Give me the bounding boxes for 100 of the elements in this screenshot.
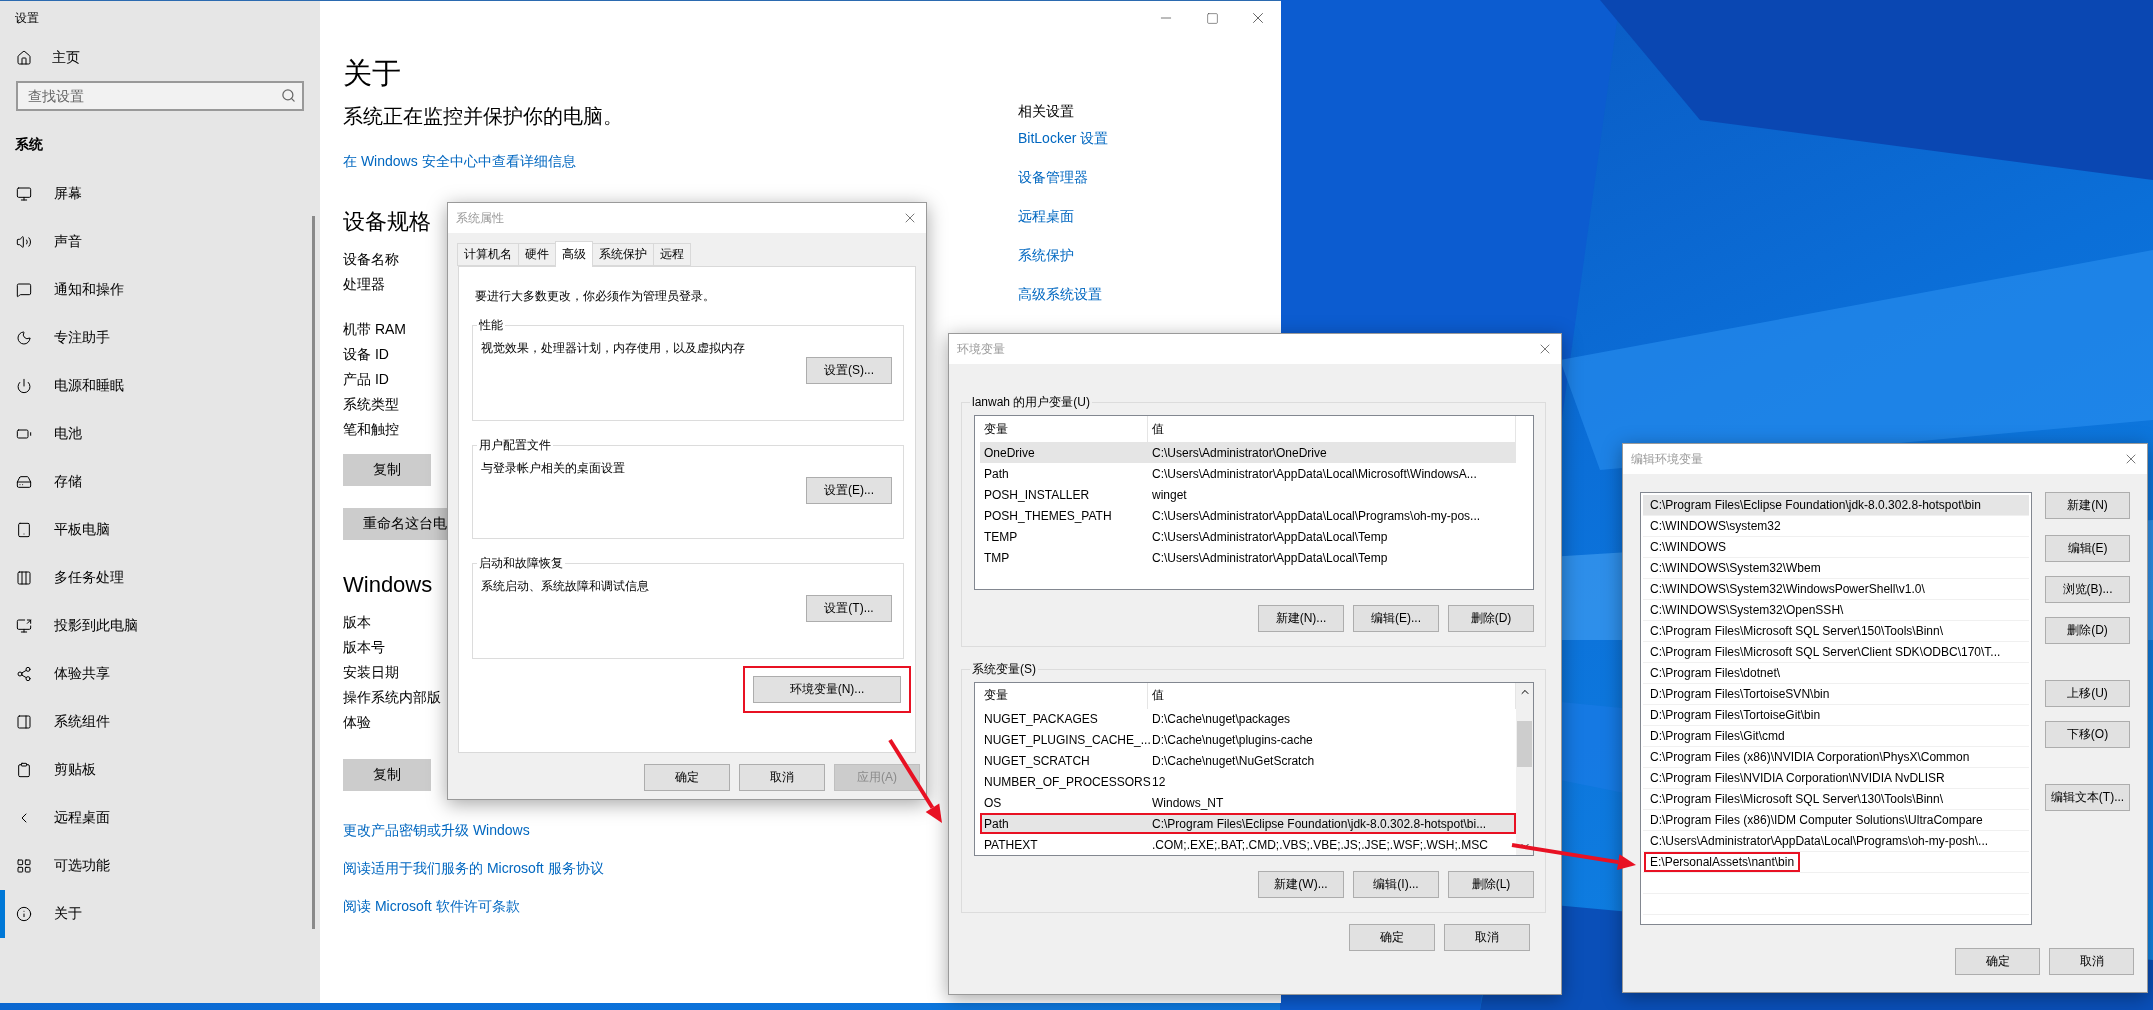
table-row[interactable]: TEMP C:\Users\Administrator\AppData\Local\Temp: [980, 526, 1516, 547]
link[interactable]: 更改产品密钥或升级 Windows: [343, 820, 530, 840]
nav-item[interactable]: 声音: [0, 218, 320, 266]
dialog-button[interactable]: 取消: [739, 764, 825, 791]
tab[interactable]: 系统保护: [592, 243, 654, 266]
list-item[interactable]: D:\Program Files\TortoiseSVN\bin: [1643, 684, 2029, 705]
nav-item[interactable]: 远程桌面: [0, 794, 320, 842]
list-button[interactable]: 上移(U): [2045, 680, 2130, 707]
list-item[interactable]: D:\Program Files (x86)\IDM Computer Solutions\UltraCompare: [1643, 810, 2029, 831]
list-item[interactable]: C:\Users\Administrator\AppData\Local\Programs\oh-my-posh\...: [1643, 831, 2029, 852]
settings-button[interactable]: 设置(S)...: [806, 357, 892, 384]
list-item[interactable]: C:\Program Files\Microsoft SQL Server\Client SDK\ODBC\170\T...: [1643, 642, 2029, 663]
table-row[interactable]: Path C:\Users\Administrator\AppData\Local\Microsoft\WindowsA...: [980, 463, 1516, 484]
settings-button[interactable]: 设置(E)...: [806, 477, 892, 504]
nav-item[interactable]: 多任务处理: [0, 554, 320, 602]
related-link[interactable]: 高级系统设置: [1018, 284, 1102, 304]
list-item[interactable]: C:\Program Files\Eclipse Foundation\jdk-8.0.302.8-hotspot\bin: [1643, 495, 2029, 516]
list-item[interactable]: C:\WINDOWS\System32\WindowsPowerShell\v1.0\: [1643, 579, 2029, 600]
home-link[interactable]: 主页: [52, 49, 80, 67]
search-icon[interactable]: [281, 88, 296, 103]
list-button[interactable]: 删除(D): [2045, 617, 2130, 644]
nav-item[interactable]: 剪贴板: [0, 746, 320, 794]
home-icon[interactable]: [16, 50, 32, 66]
scrollbar[interactable]: [1516, 683, 1533, 855]
scrollbar[interactable]: [312, 216, 315, 929]
nav-item[interactable]: 专注助手: [0, 314, 320, 362]
table-cell-text: C:\Users\Administrator\OneDrive: [1151, 444, 1328, 462]
list-item[interactable]: E:\PersonalAssets\nant\bin: [1643, 852, 2029, 873]
table-row[interactable]: PATHEXT .COM;.EXE;.BAT;.CMD;.VBS;.VBE;.JS;.JSE;.WSF;.WSH;.MSC: [980, 834, 1516, 855]
nav-item[interactable]: 投影到此电脑: [0, 602, 320, 650]
table-button[interactable]: 编辑(E)...: [1353, 605, 1439, 632]
list-button[interactable]: 新建(N): [2045, 492, 2130, 519]
table-row[interactable]: NUGET_PLUGINS_CACHE_...D:\Cache\nuget\plugins-cache: [980, 729, 1516, 751]
column-header[interactable]: 变量: [980, 683, 1148, 709]
security-link[interactable]: 在 Windows 安全中心中查看详细信息: [343, 151, 576, 171]
table-row[interactable]: OneDrive C:\Users\Administrator\OneDrive: [980, 442, 1516, 463]
nav-item[interactable]: 通知和操作: [0, 266, 320, 314]
table-cell-text: C:\Users\Administrator\AppData\Local\Temp: [1151, 549, 1389, 567]
table-row[interactable]: POSH_INSTALLER winget: [980, 484, 1516, 505]
list-item[interactable]: D:\Program Files\TortoiseGit\bin: [1643, 705, 2029, 726]
tab[interactable]: 计算机名: [457, 243, 519, 266]
link[interactable]: 阅读适用于我们服务的 Microsoft 服务协议: [343, 858, 604, 878]
related-link[interactable]: BitLocker 设置: [1018, 128, 1109, 148]
tab[interactable]: 高级: [555, 241, 593, 267]
dialog-button[interactable]: 确定: [1955, 948, 2040, 975]
list-item[interactable]: C:\WINDOWS: [1643, 537, 2029, 558]
list-item[interactable]: D:\Program Files\Git\cmd: [1643, 726, 2029, 747]
list-button[interactable]: 编辑文本(T)...: [2045, 784, 2130, 811]
table-button[interactable]: 新建(W)...: [1258, 871, 1344, 898]
list-button[interactable]: 编辑(E): [2045, 535, 2130, 562]
table-row[interactable]: NUMBER_OF_PROCESSORS 12: [980, 771, 1516, 793]
dialog-button[interactable]: 取消: [1444, 924, 1530, 951]
nav-item[interactable]: 体验共享: [0, 650, 320, 698]
list-button[interactable]: 浏览(B)...: [2045, 576, 2130, 603]
list-item[interactable]: C:\Program Files\NVIDIA Corporation\NVIDIA NvDLISR: [1643, 768, 2029, 789]
nav-item[interactable]: 系统组件: [0, 698, 320, 746]
list-item[interactable]: C:\Program Files\Microsoft SQL Server\130\Tools\Binn\: [1643, 789, 2029, 810]
table-row[interactable]: OS Windows_NT: [980, 792, 1516, 814]
settings-button[interactable]: 设置(T)...: [806, 595, 892, 622]
table-row[interactable]: NUGET_PACKAGES D:\Cache\nuget\packages: [980, 708, 1516, 730]
list-item[interactable]: C:\Program Files\Microsoft SQL Server\150\Tools\Binn\: [1643, 621, 2029, 642]
related-link[interactable]: 设备管理器: [1018, 167, 1088, 187]
list-item[interactable]: C:\Program Files (x86)\NVIDIA Corporation\PhysX\Common: [1643, 747, 2029, 768]
group-title: 用户配置文件: [478, 437, 552, 454]
related-link[interactable]: 系统保护: [1018, 245, 1074, 265]
list-item[interactable]: C:\WINDOWS\System32\Wbem: [1643, 558, 2029, 579]
nav-item[interactable]: 屏幕: [0, 170, 320, 218]
tab[interactable]: 硬件: [518, 243, 556, 266]
dialog-button[interactable]: 取消: [2049, 948, 2134, 975]
group-description: 与登录帐户相关的桌面设置: [481, 460, 626, 477]
dialog-button[interactable]: 确定: [644, 764, 730, 791]
link[interactable]: 阅读 Microsoft 软件许可条款: [343, 896, 520, 916]
spec-label: 版本号: [343, 638, 386, 657]
entry-text: C:\Program Files\Microsoft SQL Server\130\Tools\Binn\: [1649, 791, 1944, 808]
maximize-icon[interactable]: [1205, 11, 1219, 25]
nav-item[interactable]: 电源和睡眠: [0, 362, 320, 410]
dialog-button[interactable]: 确定: [1349, 924, 1435, 951]
list-item[interactable]: C:\WINDOWS\System32\OpenSSH\: [1643, 600, 2029, 621]
nav-item[interactable]: 可选功能: [0, 842, 320, 890]
table-row[interactable]: NUGET_SCRATCH D:\Cache\nuget\NuGetScratch: [980, 750, 1516, 772]
list-item[interactable]: C:\WINDOWS\system32: [1643, 516, 2029, 537]
table-row[interactable]: TMP C:\Users\Administrator\AppData\Local\Temp: [980, 547, 1516, 568]
tab[interactable]: 远程: [653, 243, 691, 266]
scrollbar-thumb[interactable]: [1517, 721, 1532, 767]
table-button[interactable]: 编辑(I)...: [1353, 871, 1439, 898]
table-button[interactable]: 新建(N)...: [1258, 605, 1344, 632]
nav-item[interactable]: 平板电脑: [0, 506, 320, 554]
nav-item[interactable]: 电池: [0, 410, 320, 458]
list-item[interactable]: C:\Program Files\dotnet\: [1643, 663, 2029, 684]
related-link[interactable]: 远程桌面: [1018, 206, 1074, 226]
search-field[interactable]: 查找设置: [16, 81, 304, 111]
table-row[interactable]: POSH_THEMES_PATH C:\Users\Administrator\AppData\Local\Programs\oh-my-pos...: [980, 505, 1516, 526]
table-row[interactable]: Path C:\Program Files\Eclipse Foundation\jdk-8.0.302.8-hotspot\bi...: [980, 813, 1516, 835]
nav-item[interactable]: 存储: [0, 458, 320, 506]
copy-button[interactable]: 复制: [343, 454, 431, 486]
table-button[interactable]: 删除(D): [1448, 605, 1534, 632]
list-button[interactable]: 下移(O): [2045, 721, 2130, 748]
copy-button[interactable]: 复制: [343, 759, 431, 791]
environment-variables-button[interactable]: 环境变量(N)...: [753, 676, 901, 703]
table-button[interactable]: 删除(L): [1448, 871, 1534, 898]
